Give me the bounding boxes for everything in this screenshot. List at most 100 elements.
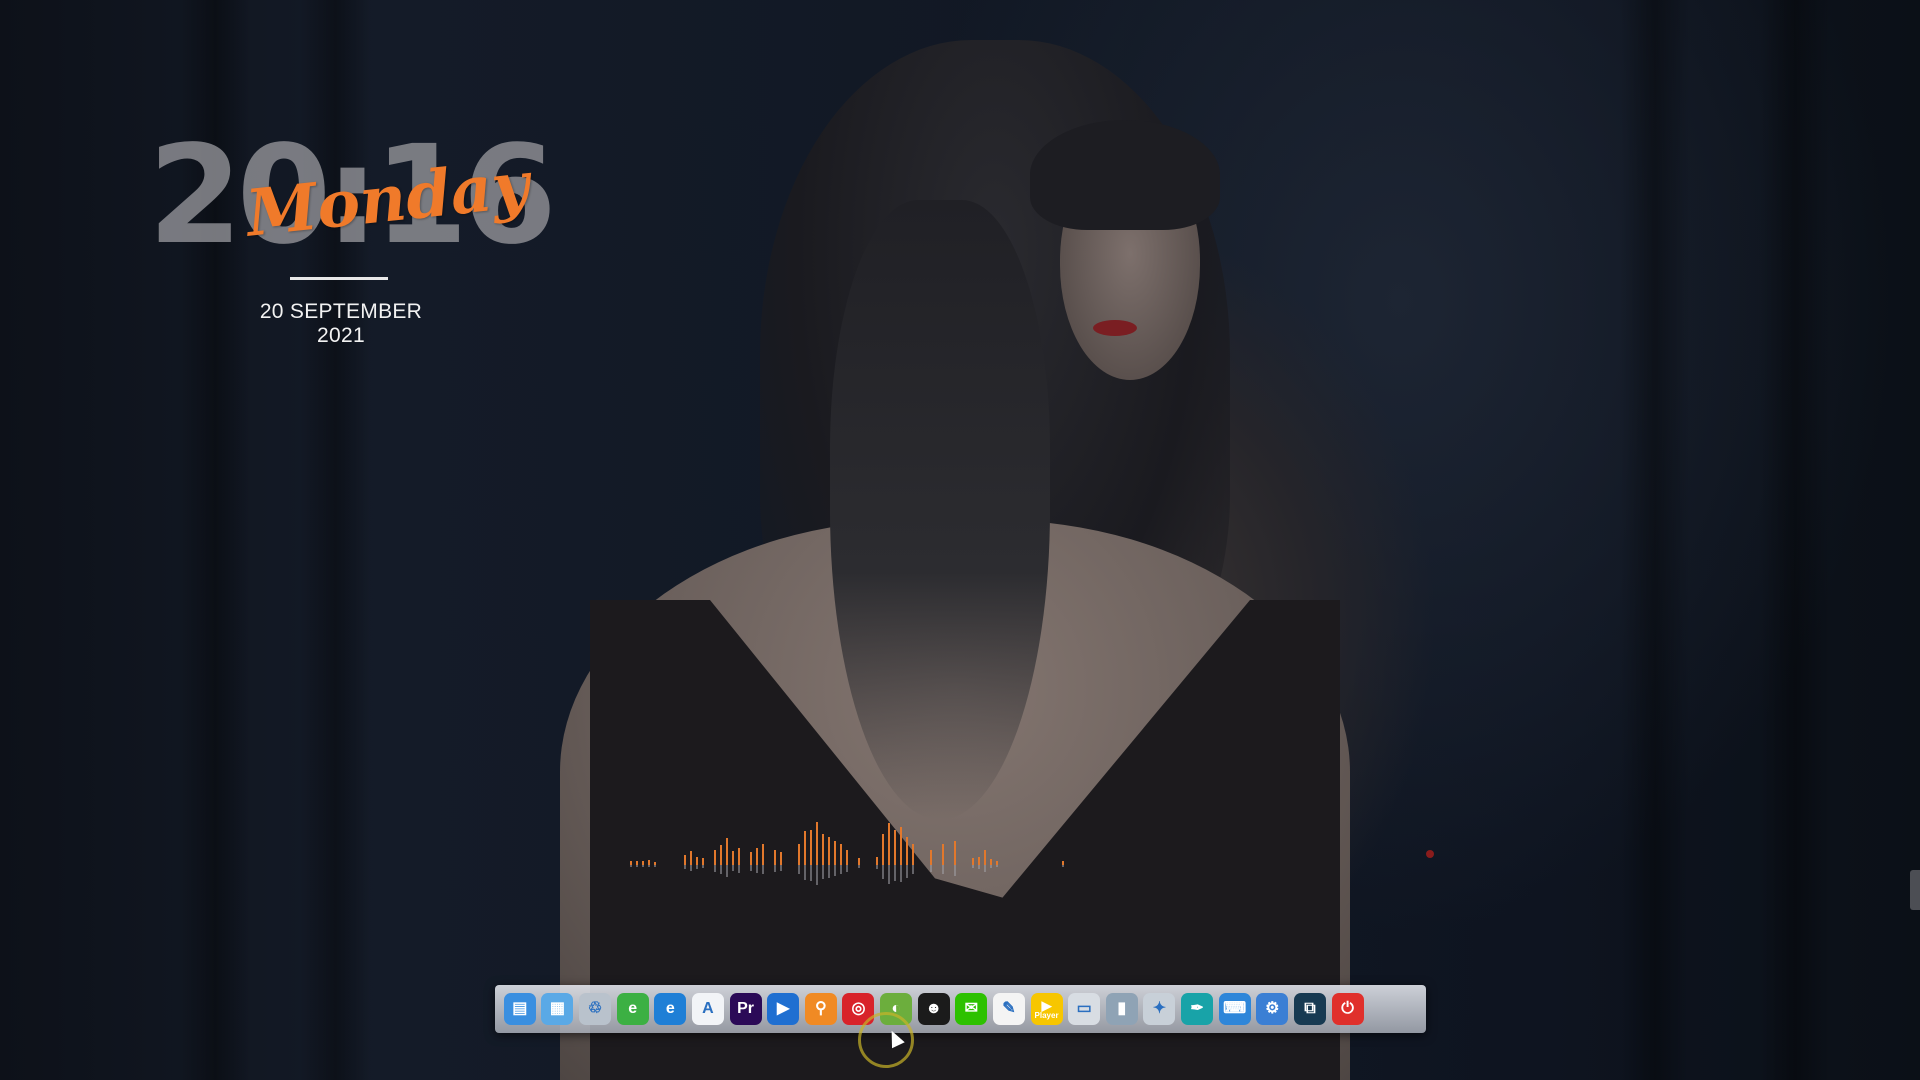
dock-item[interactable]: ▦ — [538, 990, 576, 1028]
visualizer-bar — [690, 851, 692, 865]
power-icon: ⏻ — [1331, 993, 1364, 1025]
visualizer-reflection — [900, 865, 902, 883]
visualizer-reflection — [996, 865, 998, 867]
visualizer-reflection — [798, 865, 800, 875]
ie-browser-icon: e — [616, 993, 649, 1025]
dock-item[interactable]: ☻ — [915, 990, 953, 1028]
visualizer-bar — [876, 856, 878, 865]
photo-robot-icon: ✦ — [1143, 993, 1176, 1025]
visualizer-reflection — [990, 865, 992, 868]
visualizer-reflection — [810, 865, 812, 881]
wallpaper-lips — [1093, 320, 1137, 336]
visualizer-reflection — [732, 865, 734, 872]
visualizer-bar — [774, 849, 776, 865]
visualizer-reflection — [894, 865, 896, 881]
wallpaper-fringe — [1030, 120, 1220, 230]
control-panel-icon: ▦ — [541, 993, 574, 1025]
dock-item[interactable]: A — [689, 990, 727, 1028]
visualizer-reflection — [684, 865, 686, 870]
visualizer-reflection — [774, 865, 776, 872]
premiere-pro-icon: Pr — [729, 993, 762, 1025]
visualizer-bar — [756, 848, 758, 865]
dock-item[interactable]: ▮ — [1103, 990, 1141, 1028]
visualizer-reflection — [696, 865, 698, 869]
video-recorder-icon: ▶ — [767, 993, 800, 1025]
visualizer-bar — [978, 856, 980, 865]
edge-panel-handle[interactable] — [1910, 870, 1920, 910]
dock-item[interactable]: ⚲ — [802, 990, 840, 1028]
dock-item[interactable]: ⧉ — [1291, 990, 1329, 1028]
visualizer-reflection — [972, 865, 974, 869]
visualizer-bar — [954, 840, 956, 865]
dock-item[interactable]: ⏻ — [1329, 990, 1367, 1028]
visualizer-reflection — [822, 865, 824, 880]
clock-date: 20 SEPTEMBER 2021 — [259, 300, 423, 347]
visualizer-reflection — [726, 865, 728, 877]
visualizer-bar — [834, 840, 836, 865]
visualizer-reflection — [942, 865, 944, 875]
visualizer-bar — [882, 833, 884, 865]
visualizer-bar — [984, 849, 986, 865]
recycle-bin-icon: ♲ — [579, 993, 612, 1025]
visualizer-bar — [702, 858, 704, 865]
visualizer-reflection — [858, 865, 860, 869]
desktop: { "clock": { "time": "20:16", "day": "Mo… — [0, 0, 1920, 1080]
dock-item[interactable]: ▶ — [764, 990, 802, 1028]
visualizer-reflection — [690, 865, 692, 872]
dock-item[interactable]: ▤ — [501, 990, 539, 1028]
visualizer-reflection — [882, 865, 884, 880]
visualizer-bar — [810, 830, 812, 865]
audio-visualizer — [630, 800, 1070, 900]
visualizer-reflection — [654, 865, 656, 867]
dock-item[interactable]: Pr — [727, 990, 765, 1028]
visualizer-bar — [846, 849, 848, 865]
visualizer-reflection — [876, 865, 878, 869]
visualizer-bar — [750, 852, 752, 865]
visualizer-reflection — [984, 865, 986, 872]
dock-item[interactable]: ▶ Player — [1028, 990, 1066, 1028]
visualizer-bar — [762, 844, 764, 865]
visualizer-reflection — [762, 865, 764, 875]
dock-item[interactable]: e — [614, 990, 652, 1028]
dock-item[interactable]: ⚙ — [1253, 990, 1291, 1028]
dock: ▤ ▦ ♲ e e A Pr ▶ ⚲ ◎ ◐ ☻ ✉ ✎ ▶ Player ▭ ▮ ✦ ✒ ⌨ ⚙ ⧉ ⏻ — [495, 985, 1426, 1033]
wallpaper-hair-front — [830, 200, 1050, 820]
visualizer-bar — [912, 844, 914, 865]
visualizer-bar — [900, 826, 902, 865]
visualizer-reflection — [738, 865, 740, 873]
visualizer-reflection — [702, 865, 704, 869]
visualizer-bar — [684, 855, 686, 865]
visualizer-bar — [720, 845, 722, 865]
dock-item[interactable]: ✎ — [990, 990, 1028, 1028]
dock-item[interactable]: ▭ — [1065, 990, 1103, 1028]
visualizer-bar — [738, 847, 740, 865]
visualizer-bar — [858, 858, 860, 865]
visualizer-bar — [822, 833, 824, 865]
visualizer-reflection — [816, 865, 818, 885]
visualizer-reflection — [888, 865, 890, 884]
dock-item[interactable]: ♲ — [576, 990, 614, 1028]
dock-item[interactable]: ✦ — [1140, 990, 1178, 1028]
visualizer-reflection — [756, 865, 758, 873]
dock-item[interactable]: ✒ — [1178, 990, 1216, 1028]
visualizer-reflection — [954, 865, 956, 877]
visualizer-reflection — [714, 865, 716, 872]
visualizer-reflection — [906, 865, 908, 878]
visualizer-bar — [942, 844, 944, 865]
app-store-icon: A — [691, 993, 724, 1025]
visualizer-reflection — [912, 865, 914, 875]
visualizer-bar — [888, 823, 890, 865]
visualizer-bar — [714, 849, 716, 865]
visualizer-bar — [804, 831, 806, 865]
dock-item[interactable]: e — [651, 990, 689, 1028]
network-settings-icon: ⚙ — [1256, 993, 1289, 1025]
visualizer-reflection — [642, 865, 644, 867]
visualizer-bar — [780, 852, 782, 865]
visualizer-bar — [816, 821, 818, 865]
visualizer-reflection — [846, 865, 848, 872]
visualizer-bar — [972, 858, 974, 865]
visualizer-reflection — [750, 865, 752, 871]
dock-item[interactable]: ✉ — [952, 990, 990, 1028]
dock-item[interactable]: ⌨ — [1216, 990, 1254, 1028]
visualizer-bar — [906, 837, 908, 865]
